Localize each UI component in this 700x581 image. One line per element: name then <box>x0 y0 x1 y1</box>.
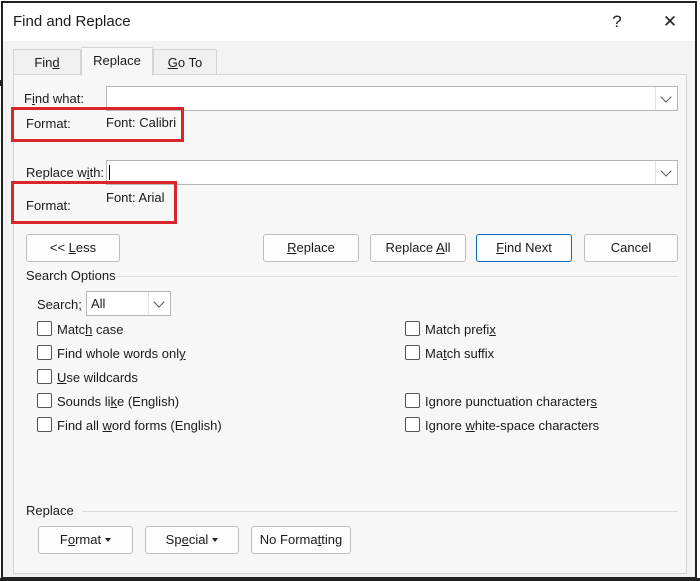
chevron-down-icon <box>153 296 165 308</box>
chevron-down-icon <box>660 165 672 177</box>
less-button[interactable]: << Less <box>26 234 120 262</box>
tab-goto-label: o To <box>177 55 203 70</box>
match-prefix-checkbox[interactable] <box>405 321 420 336</box>
cancel-button[interactable]: Cancel <box>584 234 678 262</box>
tab-strip: Find Replace Go To <box>3 41 695 76</box>
replace-format-highlight <box>11 181 177 224</box>
replace-with-dropdown-button[interactable] <box>655 161 677 184</box>
search-options-separator <box>114 276 678 277</box>
find-replace-dialog: Find and Replace ? ✕ Find Replace Go To … <box>1 1 697 579</box>
replace-with-label: Replace with: <box>26 165 105 180</box>
title-bar: Find and Replace ? ✕ <box>3 3 695 41</box>
whole-words-checkbox[interactable] <box>37 345 52 360</box>
match-case-label: Match case <box>57 322 124 337</box>
tab-goto[interactable]: Go To <box>153 49 217 75</box>
wildcards-checkbox[interactable] <box>37 369 52 384</box>
replace-with-combobox[interactable] <box>106 160 678 185</box>
ignore-punctuation-label: Ignore punctuation characters <box>425 394 597 409</box>
caret-down-icon <box>212 537 219 542</box>
ignore-punctuation-checkbox[interactable] <box>405 393 420 408</box>
tab-goto-access-key: G <box>167 55 178 70</box>
find-what-dropdown-button[interactable] <box>655 87 677 110</box>
tab-find[interactable]: Find <box>13 49 81 75</box>
special-menu-button[interactable]: Special <box>145 526 239 554</box>
sounds-like-label: Sounds like (English) <box>57 394 180 409</box>
search-direction-select[interactable]: All <box>86 291 171 316</box>
find-format-highlight <box>11 107 184 142</box>
find-next-button[interactable]: Find Next <box>476 234 572 262</box>
replace-section-separator <box>82 511 678 512</box>
sounds-like-checkbox[interactable] <box>37 393 52 408</box>
replace-section-heading: Replace <box>26 503 74 518</box>
background-edge <box>0 80 2 86</box>
word-forms-label: Find all word forms (English) <box>57 418 222 433</box>
search-direction-dropdown-button[interactable] <box>148 292 170 315</box>
chevron-down-icon <box>660 91 672 103</box>
match-case-checkbox[interactable] <box>37 321 52 336</box>
word-forms-checkbox[interactable] <box>37 417 52 432</box>
ignore-whitespace-checkbox[interactable] <box>405 417 420 432</box>
help-button[interactable]: ? <box>604 9 630 35</box>
caret-down-icon <box>105 537 112 542</box>
tab-replace-label: Replace <box>93 53 141 68</box>
find-what-label: Find what: <box>24 91 84 106</box>
tab-find-label: Fin <box>34 55 53 70</box>
match-suffix-label: Match suffix <box>425 346 495 361</box>
replace-all-button[interactable]: Replace All <box>370 234 466 262</box>
wildcards-label: Use wildcards <box>57 370 138 385</box>
no-formatting-button[interactable]: No Formatting <box>251 526 351 554</box>
text-caret <box>109 165 110 180</box>
replace-button[interactable]: Replace <box>263 234 359 262</box>
search-direction-value: All <box>91 296 106 311</box>
tab-find-access-key: d <box>52 55 60 70</box>
replace-tab-panel: Find what: Format: Font: Calibri Replace… <box>11 74 687 574</box>
close-button[interactable]: ✕ <box>657 9 683 35</box>
format-menu-button[interactable]: Format <box>38 526 133 554</box>
whole-words-label: Find whole words only <box>57 346 186 361</box>
ignore-whitespace-label: Ignore white-space characters <box>425 418 600 433</box>
find-what-combobox[interactable] <box>106 86 678 111</box>
dialog-title: Find and Replace <box>13 13 131 30</box>
match-suffix-checkbox[interactable] <box>405 345 420 360</box>
tab-replace[interactable]: Replace <box>81 47 153 76</box>
search-options-heading: Search Options <box>26 268 116 283</box>
search-direction-label: Search; <box>37 297 82 312</box>
match-prefix-label: Match prefix <box>425 322 496 337</box>
